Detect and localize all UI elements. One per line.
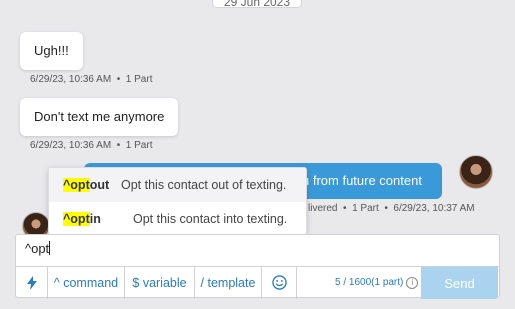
message-time: 6/29/23, 10:36 AM (30, 140, 112, 151)
command-description: Opt this contact into texting. (133, 212, 288, 226)
message-time: 6/29/23, 10:36 AM (30, 74, 112, 85)
autocomplete-item-optout[interactable]: ^optout Opt this contact out of texting. (49, 168, 306, 202)
character-counter: 5 / 1600(1 part) i (297, 276, 422, 289)
template-button[interactable]: / template (195, 266, 262, 299)
info-icon[interactable]: i (406, 276, 419, 289)
variable-button[interactable]: $ variable (125, 266, 195, 299)
meta-dot: • (381, 203, 391, 214)
message-time: 6/29/23, 10:37 AM (393, 203, 475, 214)
counter-text: 5 / 1600(1 part) (335, 277, 404, 288)
incoming-message-bubble: Don't text me anymore (20, 98, 179, 136)
message-meta: 6/29/23, 10:36 AM • 1 Part (30, 74, 152, 85)
emoji-button[interactable] (262, 266, 297, 299)
message-text: Don't text me anymore (34, 109, 165, 124)
message-parts: 1 Part (352, 203, 379, 214)
match-highlight: ^opt (63, 178, 90, 192)
autocomplete-item-optin[interactable]: ^optin Opt this contact into texting. (49, 202, 306, 236)
meta-dot: • (113, 74, 124, 85)
meta-dot: • (340, 203, 350, 214)
smiley-icon (271, 275, 287, 290)
command-name: ^optout (63, 178, 110, 192)
send-button[interactable]: Send (421, 267, 498, 299)
lightning-button[interactable] (16, 266, 48, 299)
message-text: u from future content (302, 173, 422, 188)
message-input[interactable]: ^opt (25, 241, 51, 256)
date-divider: 29 Jun 2023 (212, 0, 302, 9)
message-meta: 6/29/23, 10:36 AM • 1 Part (30, 140, 152, 151)
command-autocomplete-popup: ^optout Opt this contact out of texting.… (48, 167, 307, 235)
command-button[interactable]: ^ command (48, 266, 125, 299)
match-highlight: ^opt (63, 212, 90, 226)
command-name: ^optin (63, 212, 101, 226)
incoming-message-bubble: Ugh!!! (20, 32, 83, 70)
message-composer: ^opt ^ command $ variable / template 5 /… (15, 234, 500, 299)
command-description: Opt this contact out of texting. (121, 178, 287, 192)
composer-toolbar: ^ command $ variable / template 5 / 1600… (16, 266, 499, 299)
message-parts: 1 Part (125, 140, 153, 151)
user-avatar (459, 155, 493, 189)
outgoing-message-meta: livered • 1 Part • 6/29/23, 10:37 AM (308, 203, 475, 214)
text-caret (49, 241, 51, 255)
lightning-icon (26, 275, 37, 290)
message-text: Ugh!!! (34, 43, 69, 58)
message-parts: 1 Part (125, 74, 153, 85)
meta-dot: • (113, 140, 124, 151)
delivery-status: livered (308, 203, 338, 214)
